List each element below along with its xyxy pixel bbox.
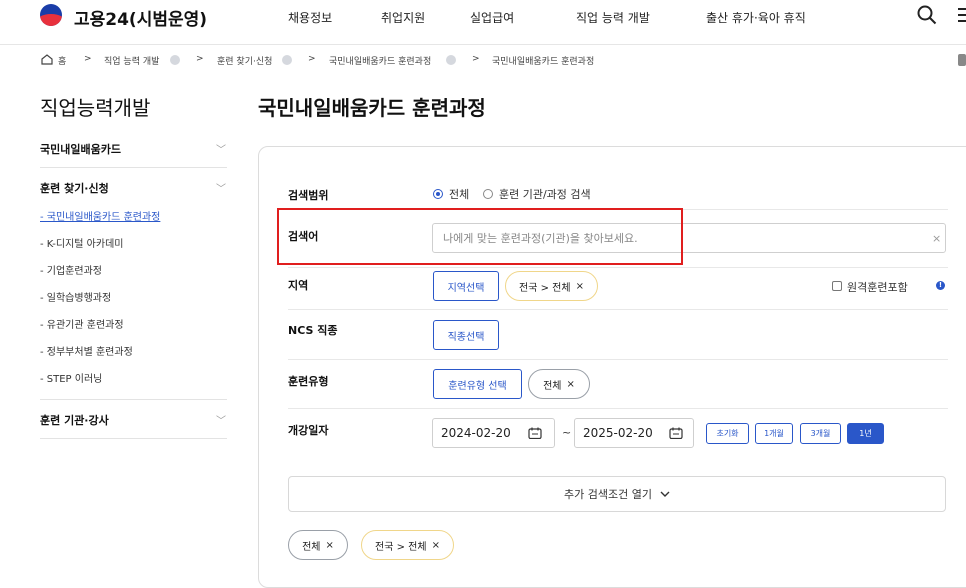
- sidebar-item-k-digital[interactable]: - K-디지털 아카데미: [40, 235, 123, 250]
- more-conditions-button[interactable]: 추가 검색조건 열기: [288, 476, 946, 512]
- remote-training-label[interactable]: 원격훈련포함: [847, 279, 908, 295]
- sidebar-item-national-card[interactable]: - 국민내일배움카드 훈련과정: [40, 208, 160, 223]
- remove-icon[interactable]: ×: [326, 540, 334, 551]
- scope-label: 검색범위: [288, 189, 329, 202]
- training-type-select-button[interactable]: 훈련유형 선택: [433, 369, 522, 399]
- header-divider: [0, 44, 966, 45]
- remove-icon[interactable]: ×: [567, 379, 575, 390]
- selected-tag-region[interactable]: 전국 > 전체 ×: [361, 530, 454, 560]
- remote-training-checkbox[interactable]: [832, 281, 842, 291]
- page-title: 국민내일배움카드 훈련과정: [258, 96, 486, 120]
- breadcrumb-item[interactable]: 직업 능력 개발: [104, 54, 159, 67]
- breadcrumb-current: 국민내일배움카드 훈련과정: [492, 57, 595, 67]
- chevron-down-icon[interactable]: ﹀: [216, 412, 226, 427]
- row-divider: [288, 267, 948, 268]
- radio-scope-institution[interactable]: [483, 189, 493, 199]
- sidebar-divider: [40, 167, 227, 168]
- clear-icon[interactable]: ×: [932, 232, 941, 245]
- chevron-down-icon[interactable]: ﹀: [216, 141, 226, 156]
- breadcrumb-separator: >: [84, 54, 92, 64]
- period-3month-button[interactable]: 3개월: [800, 423, 841, 444]
- breadcrumb-separator: >: [472, 54, 480, 64]
- region-tag[interactable]: 전국 > 전체 ×: [505, 271, 598, 301]
- chevron-down-icon: [660, 491, 670, 497]
- selected-tag-all[interactable]: 전체 ×: [288, 530, 348, 560]
- print-icon[interactable]: [958, 54, 966, 66]
- row-divider: [288, 309, 948, 310]
- sidebar-item-work-study[interactable]: - 일학습병행과정: [40, 289, 111, 304]
- breadcrumb-separator: >: [308, 54, 316, 64]
- row-divider: [288, 359, 948, 360]
- breadcrumb-dropdown-icon[interactable]: [446, 55, 456, 65]
- highlight-box: [277, 208, 683, 265]
- radio-scope-all-label[interactable]: 전체: [449, 186, 469, 202]
- nav-vocational-dev[interactable]: 직업 능력 개발: [576, 9, 650, 26]
- sidebar-item-step[interactable]: - STEP 이러닝: [40, 370, 102, 385]
- radio-scope-all[interactable]: [433, 189, 443, 199]
- training-type-tag-label: 전체: [543, 380, 562, 392]
- sidebar-item-related-agency[interactable]: - 유관기관 훈련과정: [40, 316, 124, 331]
- breadcrumb-home[interactable]: 홈: [58, 54, 66, 67]
- ncs-label: NCS 직종: [288, 324, 338, 337]
- reset-date-button[interactable]: 초기화: [706, 423, 749, 444]
- site-logo-text[interactable]: 고용24(시범운영): [74, 5, 207, 30]
- region-label: 지역: [288, 279, 309, 292]
- breadcrumb-item[interactable]: 훈련 찾기·신청: [217, 54, 272, 67]
- date-separator: ~: [562, 426, 572, 439]
- breadcrumb-dropdown-icon[interactable]: [282, 55, 292, 65]
- region-select-button[interactable]: 지역선택: [433, 271, 499, 301]
- nav-unemployment-benefit[interactable]: 실업급여: [470, 9, 514, 26]
- sidebar-divider: [40, 399, 227, 400]
- sidebar-title: 직업능력개발: [40, 96, 151, 120]
- chevron-down-icon[interactable]: ﹀: [216, 180, 226, 195]
- calendar-icon[interactable]: [528, 427, 542, 439]
- sidebar-section-card[interactable]: 국민내일배움카드: [40, 141, 121, 157]
- row-divider: [288, 408, 948, 409]
- nav-employment-support[interactable]: 취업지원: [381, 9, 425, 26]
- menu-icon[interactable]: [952, 4, 966, 26]
- region-tag-label: 전국 > 전체: [519, 282, 571, 294]
- start-date-to-value: 2025-02-20: [583, 426, 653, 440]
- calendar-icon[interactable]: [669, 427, 683, 439]
- period-1year-button[interactable]: 1년: [847, 423, 884, 444]
- sidebar-section-search[interactable]: 훈련 찾기·신청: [40, 180, 109, 196]
- home-icon[interactable]: [41, 54, 53, 65]
- logo-icon[interactable]: [40, 4, 62, 26]
- selected-tag-label: 전체: [302, 541, 321, 553]
- breadcrumb-item[interactable]: 국민내일배움카드 훈련과정: [329, 54, 431, 67]
- start-date-label: 개강일자: [288, 424, 329, 437]
- sidebar-divider: [40, 438, 227, 439]
- training-type-label: 훈련유형: [288, 375, 329, 388]
- sidebar-item-corporate[interactable]: - 기업훈련과정: [40, 262, 102, 277]
- info-icon[interactable]: !: [936, 281, 945, 290]
- nav-leave[interactable]: 출산 휴가·육아 휴직: [706, 9, 806, 26]
- selected-tag-label: 전국 > 전체: [375, 541, 427, 553]
- sidebar-section-institution[interactable]: 훈련 기관·강사: [40, 412, 109, 428]
- ncs-select-button[interactable]: 직종선택: [433, 320, 499, 350]
- breadcrumb-dropdown-icon[interactable]: [170, 55, 180, 65]
- more-conditions-label: 추가 검색조건 열기: [564, 488, 652, 501]
- remove-icon[interactable]: ×: [432, 540, 440, 551]
- nav-jobs[interactable]: 채용정보: [288, 9, 332, 26]
- radio-scope-institution-label[interactable]: 훈련 기관/과정 검색: [499, 186, 591, 202]
- start-date-from-value: 2024-02-20: [441, 426, 511, 440]
- remove-icon[interactable]: ×: [576, 281, 584, 292]
- search-icon[interactable]: [916, 4, 938, 26]
- training-type-tag[interactable]: 전체 ×: [528, 369, 590, 399]
- period-1month-button[interactable]: 1개월: [755, 423, 793, 444]
- breadcrumb-separator: >: [196, 54, 204, 64]
- sidebar-item-government[interactable]: - 정부부처별 훈련과정: [40, 343, 133, 358]
- top-header: 고용24(시범운영) 채용정보 취업지원 실업급여 직업 능력 개발 출산 휴가…: [0, 0, 966, 36]
